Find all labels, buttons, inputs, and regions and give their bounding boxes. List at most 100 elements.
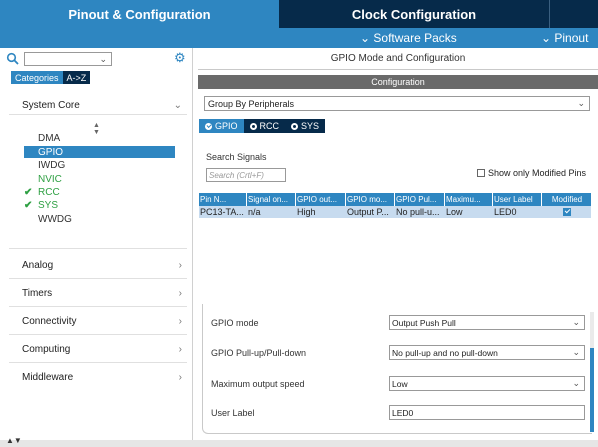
column-header[interactable]: Maximu... (445, 193, 493, 206)
gear-icon[interactable]: ⚙ (174, 51, 188, 65)
core-item-sys[interactable]: ✔ SYS (24, 199, 175, 211)
table-cell: Output P... (347, 207, 389, 217)
circle-icon (291, 122, 299, 130)
core-item-nvic[interactable]: NVIC (24, 173, 175, 185)
group-timers[interactable]: Timers › (22, 285, 182, 301)
chevron-right-icon: › (178, 315, 182, 327)
checked-checkbox-icon[interactable] (563, 208, 571, 216)
tab-clock-configuration[interactable]: Clock Configuration (279, 0, 549, 28)
tab-categories[interactable]: Categories (11, 71, 63, 84)
core-item-label: RCC (38, 186, 60, 198)
column-header[interactable]: Signal on... (247, 193, 296, 206)
tab-a-to-z[interactable]: A->Z (62, 71, 91, 84)
bottom-bar (0, 440, 598, 447)
chevron-right-icon: › (178, 371, 182, 383)
table-row[interactable]: PC13-TA... n/a High Output P... No pull-… (199, 206, 591, 218)
group-middleware[interactable]: Middleware › (22, 369, 182, 385)
check-icon: ✔ (24, 199, 33, 211)
panel-title: GPIO Mode and Configuration (198, 48, 598, 70)
tab-sys[interactable]: SYS (285, 119, 325, 133)
categories-panel: ⌄ ⚙ Categories A->Z System Core ⌄ ▲ ▼ DMA… (0, 48, 193, 440)
table-cell: n/a (248, 207, 261, 217)
group-connectivity[interactable]: Connectivity › (22, 313, 182, 329)
check-circle-icon (205, 122, 212, 130)
column-header[interactable]: Pin N... (199, 193, 247, 206)
core-item-label: NVIC (38, 173, 62, 185)
divider (9, 362, 187, 363)
table-cell: Low (446, 207, 463, 217)
core-item-dma[interactable]: DMA (24, 132, 175, 144)
speed-select[interactable]: Low ⌄ (389, 376, 585, 391)
circle-icon (249, 122, 257, 130)
table-cell: High (297, 207, 316, 217)
category-search-input[interactable]: ⌄ (24, 52, 112, 66)
divider (9, 306, 187, 307)
select-value: Low (392, 378, 408, 389)
speed-label: Maximum output speed (211, 379, 305, 389)
mode-configuration-panel: GPIO Mode and Configuration Configuratio… (198, 48, 598, 440)
divider (9, 334, 187, 335)
group-by-select[interactable]: Group By Peripherals ⌄ (204, 96, 590, 111)
chevron-down-icon: ⌄ (577, 98, 585, 108)
modified-cell (542, 206, 591, 218)
show-only-modified-checkbox[interactable]: Show only Modified Pins (477, 168, 586, 178)
chevron-right-icon: › (178, 343, 182, 355)
search-icon[interactable] (6, 52, 20, 66)
checkbox-label: Show only Modified Pins (488, 168, 587, 178)
user-label-label: User Label (211, 408, 255, 418)
chevron-right-icon: › (178, 287, 182, 299)
group-label: Middleware (22, 371, 74, 383)
tab-extra[interactable] (549, 0, 598, 28)
core-item-wwdg[interactable]: WWDG (24, 213, 175, 225)
gpio-mode-select[interactable]: Output Push Pull ⌄ (389, 315, 585, 330)
column-header[interactable]: GPIO Pul... (395, 193, 445, 206)
user-label-input[interactable]: LED0 (389, 405, 585, 420)
group-label: Computing (22, 343, 71, 355)
core-item-gpio[interactable]: GPIO (24, 146, 175, 158)
software-packs-menu[interactable]: ⌄ Software Packs (360, 28, 457, 48)
group-system-core[interactable]: System Core ⌄ (22, 97, 182, 113)
search-signals-input[interactable]: Search (Crtl+F) (206, 168, 286, 182)
group-analog[interactable]: Analog › (22, 257, 182, 273)
table-cell: No pull-u... (396, 207, 440, 217)
group-label: System Core (22, 99, 80, 111)
chevron-down-icon: ⌄ (572, 378, 580, 388)
core-item-label: WWDG (38, 213, 72, 225)
tab-pinout-configuration[interactable]: Pinout & Configuration (0, 0, 279, 28)
gpio-mode-label: GPIO mode (211, 318, 259, 328)
core-item-iwdg[interactable]: IWDG (24, 159, 175, 171)
select-value: No pull-up and no pull-down (392, 347, 498, 358)
scrollbar-thumb[interactable] (590, 348, 594, 432)
chevron-down-icon: ⌄ (572, 317, 580, 327)
chevron-down-icon: ⌄ (173, 99, 182, 111)
configuration-header: Configuration (198, 75, 598, 89)
core-item-rcc[interactable]: ✔ RCC (24, 186, 175, 198)
main-tabs: Pinout & Configuration Clock Configurati… (0, 0, 598, 28)
column-header[interactable]: GPIO mo... (346, 193, 395, 206)
column-header[interactable]: Modified (542, 193, 591, 206)
pin-configuration-box: GPIO mode Output Push Pull ⌄ GPIO Pull-u… (202, 304, 592, 434)
column-header[interactable]: User Label (493, 193, 542, 206)
search-signals-label: Search Signals (206, 152, 267, 162)
group-label: Analog (22, 259, 54, 271)
sub-toolbar-left (0, 28, 193, 48)
collapse-arrows-icon[interactable]: ▲▼ (6, 436, 22, 445)
core-item-label: DMA (38, 132, 61, 144)
divider (9, 278, 187, 279)
pull-select[interactable]: No pull-up and no pull-down ⌄ (389, 345, 585, 360)
group-by-value: Group By Peripherals (208, 98, 295, 109)
divider (9, 114, 187, 115)
tab-gpio[interactable]: GPIO (199, 119, 244, 133)
chevron-right-icon: › (178, 259, 182, 271)
checkbox-icon[interactable] (477, 169, 485, 177)
group-computing[interactable]: Computing › (22, 341, 182, 357)
category-view-tabs: Categories A->Z (11, 71, 91, 84)
chevron-down-icon: ⌄ (572, 347, 580, 357)
core-item-label: IWDG (38, 159, 66, 171)
group-label: Timers (22, 287, 53, 299)
tab-label: RCC (259, 121, 280, 131)
tab-rcc[interactable]: RCC (244, 119, 286, 133)
divider (9, 248, 187, 249)
pinout-menu[interactable]: ⌄ Pinout (541, 28, 588, 48)
column-header[interactable]: GPIO out... (296, 193, 346, 206)
